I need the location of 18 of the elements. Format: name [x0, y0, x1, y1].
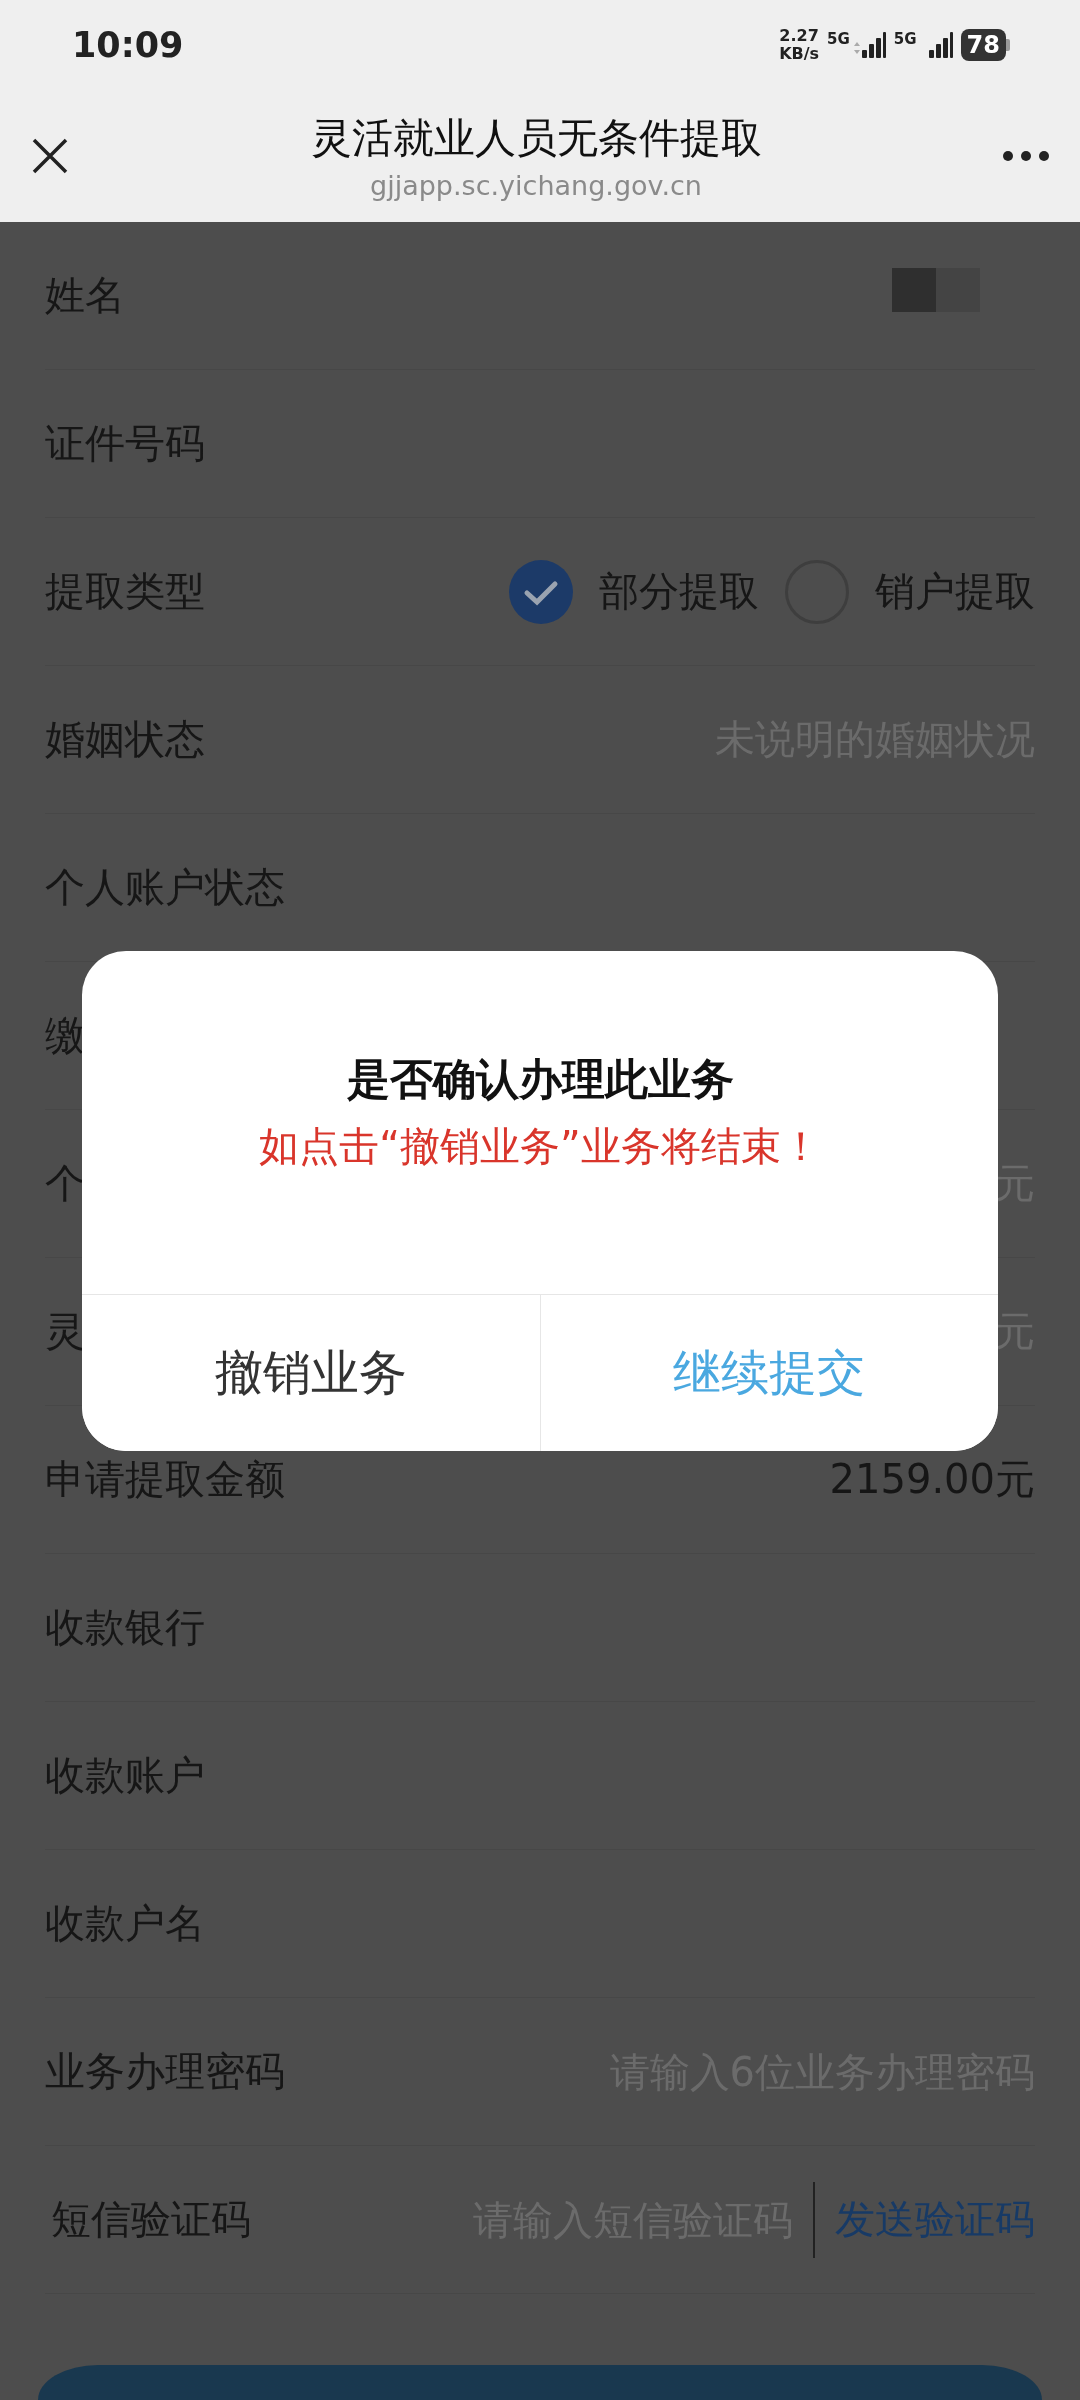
network-speed-unit: KB/s — [779, 45, 820, 63]
network-type: 5G — [827, 30, 850, 48]
network-type: 5G — [893, 30, 917, 48]
close-icon[interactable] — [30, 136, 70, 176]
continue-button[interactable]: 继续提交 — [539, 1295, 998, 1451]
field-label: 收款户名 — [45, 1899, 205, 1948]
page-title: 灵活就业人员无条件提取 — [310, 113, 762, 164]
more-icon[interactable] — [1002, 150, 1050, 162]
dialog-message: 如点击“撤销业务”业务将结束！ — [259, 1122, 821, 1171]
dialog-title: 是否确认办理此业务 — [346, 1053, 734, 1106]
page-url: gjjapp.sc.yichang.gov.cn — [370, 170, 702, 201]
field-label: 灵 — [45, 1307, 85, 1356]
battery-indicator: 78 — [960, 29, 1010, 61]
clock-time: 10:09 — [72, 25, 185, 65]
field-label: 收款账户 — [45, 1751, 205, 1800]
network-speed: 2.27 — [779, 27, 819, 45]
field-label: 姓名 — [45, 271, 125, 320]
signal-icon — [851, 30, 886, 60]
